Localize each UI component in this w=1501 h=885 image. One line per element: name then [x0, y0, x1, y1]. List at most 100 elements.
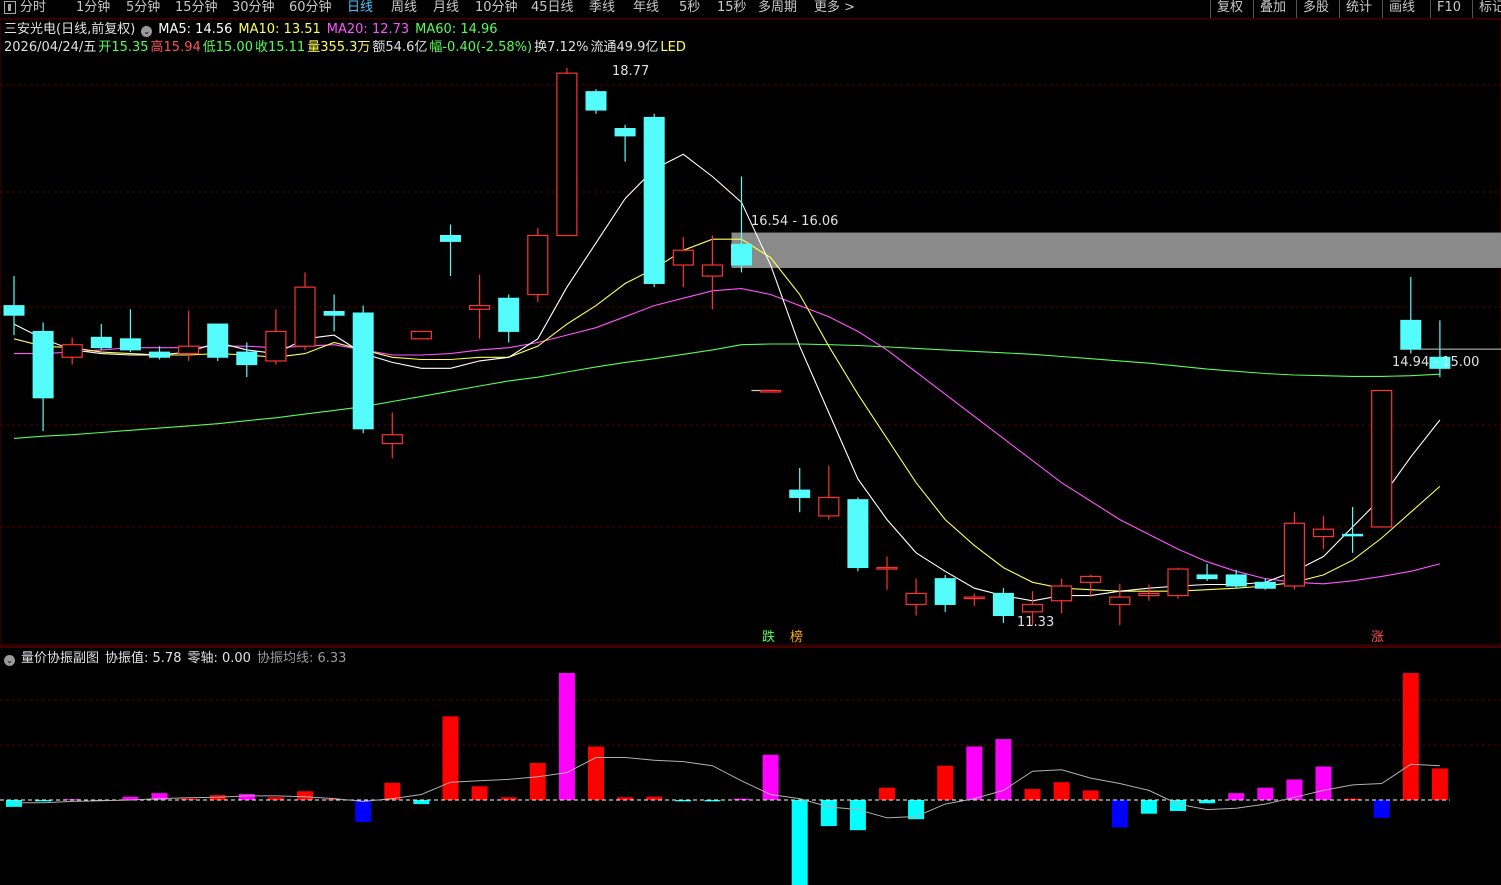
tab-5[interactable]: 60分钟 — [289, 0, 332, 16]
candle-47 — [1371, 389, 1393, 528]
candle-body — [1371, 389, 1393, 528]
settings-circle-icon[interactable]: ⌄ — [141, 26, 153, 37]
tab-13[interactable]: 5秒 — [679, 0, 700, 16]
amount-value: 额54.6亿 — [372, 40, 428, 55]
sub-bar-12 — [355, 800, 372, 822]
candle-body — [585, 91, 607, 111]
sub-bar-39 — [1140, 800, 1157, 814]
tag-bang: 榜 — [790, 630, 804, 645]
kline-chart[interactable] — [0, 0, 1501, 885]
tab-0[interactable]: 分时 — [20, 0, 46, 16]
candle-body — [440, 235, 461, 242]
candle-body — [1196, 574, 1218, 580]
toolbar-button-2[interactable]: 多股 — [1296, 0, 1335, 18]
toolbar-button-5[interactable]: F10 — [1430, 0, 1467, 18]
candle-body — [992, 592, 1014, 617]
tab-8[interactable]: 月线 — [433, 0, 459, 16]
tab-7[interactable]: 周线 — [391, 0, 417, 16]
candle-body — [381, 434, 403, 445]
candle-10 — [294, 272, 316, 350]
sub-bar-30 — [879, 787, 895, 800]
sub-bar-32 — [937, 765, 954, 800]
grid-lines — [0, 18, 1501, 746]
candle-46 — [1342, 507, 1364, 553]
candle-body — [527, 234, 549, 296]
candle-body — [3, 305, 25, 316]
candle-body — [61, 344, 83, 358]
toolbar-button-3[interactable]: 统计 — [1339, 0, 1378, 18]
sub-bar-26 — [762, 754, 779, 800]
tab-2[interactable]: 5分钟 — [126, 0, 160, 16]
candle-body — [1138, 592, 1160, 597]
sub-bar-18 — [529, 762, 546, 800]
toolbar-button-6[interactable]: 标记 — [1472, 0, 1501, 18]
sub-bar-8 — [238, 793, 255, 800]
change-value: 幅-0.40(-2.58%) — [429, 40, 533, 55]
candle-22 — [643, 113, 665, 288]
candle-9 — [265, 309, 287, 365]
toolbar-button-4[interactable]: 画线 — [1382, 0, 1421, 18]
ma60-value: MA60: 14.96 — [415, 22, 498, 37]
tab-9[interactable]: 10分钟 — [475, 0, 518, 16]
candle-body — [759, 389, 782, 393]
candle-20 — [585, 89, 607, 114]
tab-4[interactable]: 30分钟 — [232, 0, 275, 16]
candle-16 — [469, 274, 491, 339]
sub-bars — [0, 673, 1450, 885]
candle-29 — [847, 497, 869, 572]
candle-body — [934, 578, 956, 605]
tab-6[interactable]: 日线 — [347, 0, 373, 16]
tag-zhang: 涨 — [1371, 630, 1385, 645]
sub-average-line — [14, 757, 1440, 819]
tab-11[interactable]: 季线 — [589, 0, 615, 16]
ma10-line — [13, 238, 1441, 592]
candle-body — [1283, 522, 1306, 587]
candle-1 — [32, 322, 54, 432]
candle-39 — [1138, 584, 1160, 601]
turnover-value: 换7.12% — [534, 40, 589, 55]
candle-body — [1167, 568, 1189, 597]
sub-avg: 协振均线: 6.33 — [256, 651, 347, 666]
candle-body — [876, 566, 898, 570]
sector-value: LED — [660, 40, 686, 55]
gap-zones — [731, 232, 1501, 392]
tab-12[interactable]: 年线 — [633, 0, 659, 16]
tab-10[interactable]: 45日线 — [531, 0, 574, 16]
candle-42 — [1225, 569, 1247, 588]
toolbar-button-0[interactable]: 复权 — [1210, 0, 1249, 18]
candle-7 — [207, 323, 229, 361]
gap-label-1: 16.54 - 16.06 — [751, 214, 839, 229]
candle-41 — [1196, 563, 1218, 581]
sub-bar-16 — [471, 786, 488, 800]
ma-lines — [13, 153, 1441, 602]
candle-body — [323, 311, 345, 316]
gap-label-2: 14.94 - 15.00 — [1392, 355, 1480, 370]
candle-14 — [410, 330, 432, 340]
candle-body — [905, 592, 927, 606]
candle-body — [352, 312, 374, 430]
toolbar-button-1[interactable]: 叠加 — [1253, 0, 1292, 18]
menu-icon[interactable] — [4, 1, 16, 14]
tab-3[interactable]: 15分钟 — [175, 0, 218, 16]
candle-body — [498, 297, 520, 332]
tab-14[interactable]: 15秒 — [717, 0, 747, 16]
candle-body — [178, 345, 200, 355]
candle-6 — [178, 310, 200, 361]
candle-body — [294, 286, 316, 347]
candle-body — [90, 336, 112, 349]
settings-circle-icon[interactable]: ⌄ — [4, 655, 15, 666]
close-value: 收15.11 — [254, 40, 306, 55]
ma10-value: MA10: 13.51 — [238, 22, 321, 37]
candle-40 — [1167, 567, 1189, 599]
sub-zero: 零轴: 0.00 — [187, 651, 251, 666]
tab-15[interactable]: 多周期 — [758, 0, 797, 16]
candle-body — [1312, 528, 1335, 538]
candle-body — [556, 72, 578, 237]
tab-16[interactable]: 更多 > — [814, 0, 855, 16]
candle-body — [789, 489, 811, 498]
candles — [3, 68, 1451, 626]
candle-body — [818, 496, 840, 517]
candle-44 — [1283, 512, 1306, 590]
candle-17 — [498, 294, 520, 343]
tab-1[interactable]: 1分钟 — [76, 0, 110, 16]
